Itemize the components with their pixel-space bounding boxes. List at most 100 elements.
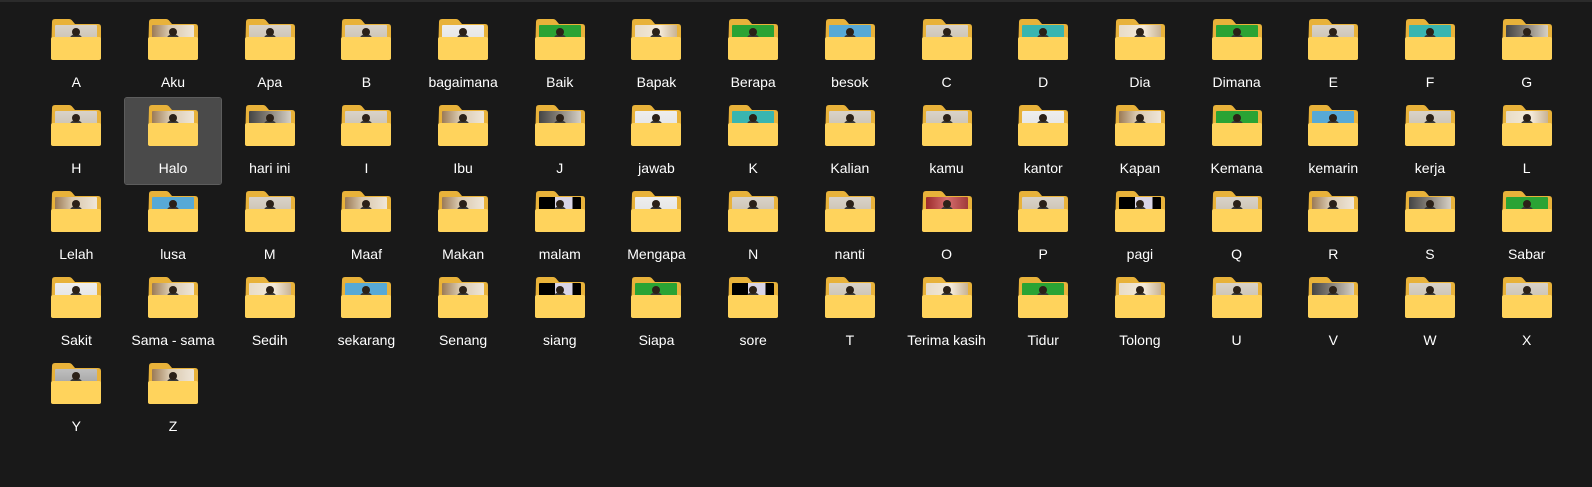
folder-item[interactable]: Dimana (1188, 12, 1285, 98)
folder-item[interactable]: Halo (123, 97, 223, 185)
folder-item[interactable]: Terima kasih (898, 270, 995, 356)
folder-label: Terima kasih (907, 332, 986, 348)
folder-item[interactable]: Kalian (802, 98, 899, 184)
folder-item[interactable]: jawab (608, 98, 705, 184)
folder-item[interactable]: I (318, 98, 415, 184)
folder-item[interactable]: Sedih (221, 270, 318, 356)
folder-icon (437, 104, 489, 148)
folder-item[interactable]: A (28, 12, 125, 98)
folder-label: E (1328, 74, 1338, 90)
folder-item[interactable]: siang (511, 270, 608, 356)
folder-item[interactable]: Maaf (318, 184, 415, 270)
folder-icon (534, 18, 586, 62)
folder-front-shape (244, 209, 295, 232)
folder-item[interactable]: T (802, 270, 899, 356)
folder-item[interactable]: Y (28, 356, 125, 442)
folder-item[interactable]: Tidur (995, 270, 1092, 356)
folder-item[interactable]: Z (125, 356, 222, 442)
folder-item[interactable]: X (1478, 270, 1575, 356)
folder-item[interactable]: Baik (511, 12, 608, 98)
folder-front-shape (1404, 209, 1455, 232)
folder-item[interactable]: K (705, 98, 802, 184)
folder-front-shape (921, 123, 972, 146)
folder-item[interactable]: D (995, 12, 1092, 98)
folder-grid: A Aku Apa Bbagaimana Baik Bapak Berapa besok C D D… (28, 12, 1576, 442)
folder-item[interactable]: Aku (125, 12, 222, 98)
folder-item[interactable]: E (1285, 12, 1382, 98)
folder-item[interactable]: malam (511, 184, 608, 270)
folder-label: L (1522, 160, 1531, 176)
folder-item[interactable]: nanti (802, 184, 899, 270)
folder-item[interactable]: sore (705, 270, 802, 356)
folder-front-shape (1308, 123, 1359, 146)
folder-item[interactable]: Berapa (705, 12, 802, 98)
folder-item[interactable]: kemarin (1285, 98, 1382, 184)
folder-icon (1211, 276, 1263, 320)
folder-icon (1404, 104, 1456, 148)
folder-item[interactable]: Tolong (1092, 270, 1189, 356)
folder-label: P (1038, 246, 1048, 262)
folder-label: Maaf (350, 246, 382, 262)
folder-icon (824, 276, 876, 320)
folder-item[interactable]: Sakit (28, 270, 125, 356)
folder-item[interactable]: Kapan (1092, 98, 1189, 184)
folder-item[interactable]: P (995, 184, 1092, 270)
folder-icon (1114, 190, 1166, 234)
folder-item[interactable]: kantor (995, 98, 1092, 184)
folder-item[interactable]: bagaimana (415, 12, 512, 98)
folder-front-shape (148, 209, 199, 232)
folder-item[interactable]: Dia (1092, 12, 1189, 98)
folder-item[interactable]: L (1478, 98, 1575, 184)
folder-item[interactable]: kamu (898, 98, 995, 184)
folder-item[interactable]: W (1382, 270, 1479, 356)
folder-front-shape (148, 381, 199, 404)
folder-label: Senang (438, 332, 488, 348)
folder-item[interactable]: sekarang (318, 270, 415, 356)
folder-item[interactable]: Mengapa (608, 184, 705, 270)
folder-item[interactable]: Siapa (608, 270, 705, 356)
folder-item[interactable]: Bapak (608, 12, 705, 98)
folder-item[interactable]: Makan (415, 184, 512, 270)
folder-item[interactable]: C (898, 12, 995, 98)
folder-item[interactable]: H (28, 98, 125, 184)
folder-front-shape (921, 295, 972, 318)
folder-item[interactable]: B (318, 12, 415, 98)
folder-item[interactable]: G (1478, 12, 1575, 98)
folder-item[interactable]: Lelah (28, 184, 125, 270)
folder-item[interactable]: J (511, 98, 608, 184)
folder-item[interactable]: lusa (125, 184, 222, 270)
folder-item[interactable]: O (898, 184, 995, 270)
folder-item[interactable]: Ibu (415, 98, 512, 184)
folder-item[interactable]: kerja (1382, 98, 1479, 184)
folder-item[interactable]: Sama - sama (125, 270, 222, 356)
folder-label: S (1425, 246, 1435, 262)
folder-item[interactable]: M (221, 184, 318, 270)
folder-icon (1501, 276, 1553, 320)
folder-icon (340, 190, 392, 234)
folder-label: Dia (1129, 74, 1151, 90)
folder-label: J (556, 160, 564, 176)
folder-item[interactable]: V (1285, 270, 1382, 356)
folder-front-shape (1308, 209, 1359, 232)
folder-item[interactable]: F (1382, 12, 1479, 98)
folder-item[interactable]: R (1285, 184, 1382, 270)
folder-item[interactable]: Q (1188, 184, 1285, 270)
folder-label: K (748, 160, 758, 176)
folder-front-shape (51, 381, 102, 404)
folder-label: Tidur (1027, 332, 1059, 348)
folder-front-shape (1018, 209, 1069, 232)
folder-item[interactable]: Senang (415, 270, 512, 356)
folder-front-shape (631, 209, 682, 232)
folder-item[interactable]: hari ini (221, 98, 318, 184)
folder-item[interactable]: Sabar (1478, 184, 1575, 270)
folder-item[interactable]: N (705, 184, 802, 270)
folder-item[interactable]: S (1382, 184, 1479, 270)
folder-icon (727, 276, 779, 320)
folder-item[interactable]: pagi (1092, 184, 1189, 270)
folder-item[interactable]: besok (802, 12, 899, 98)
folder-label: Kalian (830, 160, 870, 176)
folder-front-shape (341, 37, 392, 60)
folder-item[interactable]: U (1188, 270, 1285, 356)
folder-item[interactable]: Apa (221, 12, 318, 98)
folder-item[interactable]: Kemana (1188, 98, 1285, 184)
